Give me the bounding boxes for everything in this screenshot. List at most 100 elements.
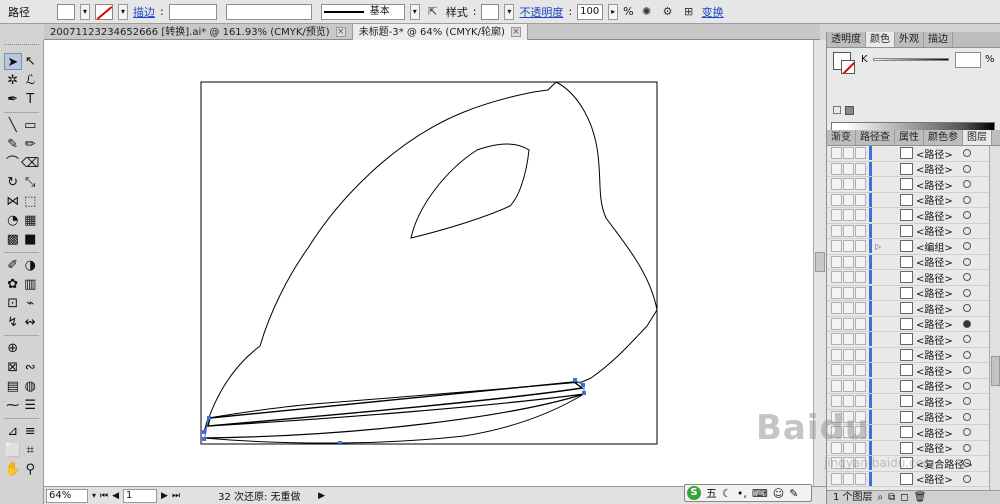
template-toggle[interactable] [855, 317, 866, 330]
canvas-vertical-scrollbar[interactable] [813, 40, 826, 486]
pencil-tool-icon[interactable]: ✏ [22, 136, 40, 153]
gear-icon[interactable]: ⚙ [660, 4, 676, 20]
tab-pathfinder[interactable]: 路径查 [856, 130, 895, 145]
target-icon[interactable] [963, 443, 971, 452]
target-icon[interactable] [963, 211, 971, 220]
visibility-toggle[interactable] [831, 286, 842, 299]
target-icon[interactable] [963, 381, 971, 390]
template-toggle[interactable] [855, 364, 866, 377]
layer-row[interactable]: ▷ <编组> [827, 239, 989, 255]
layer-row[interactable]: <路径> [827, 425, 989, 441]
lasso-tool-icon[interactable]: ℒ [22, 72, 40, 89]
twirl-tool-icon[interactable]: ∾ [22, 359, 40, 376]
punctuation-icon[interactable]: •, [737, 487, 747, 500]
target-icon[interactable] [963, 164, 971, 173]
target-icon[interactable] [963, 428, 971, 437]
visibility-toggle[interactable] [831, 255, 842, 268]
target-icon[interactable] [963, 350, 971, 359]
k-slider[interactable] [873, 58, 949, 61]
tab-attributes[interactable]: 属性 [895, 130, 924, 145]
lock-toggle[interactable] [843, 224, 854, 237]
expand-arrow-icon[interactable]: ▷ [875, 242, 881, 251]
lock-toggle[interactable] [843, 441, 854, 454]
visibility-toggle[interactable] [831, 240, 842, 253]
layer-row[interactable]: <路径> [827, 394, 989, 410]
prev-page-icon[interactable]: ◀ [112, 491, 119, 501]
profile-dropdown[interactable]: ▾ [409, 3, 420, 20]
align-tool-icon[interactable]: ≡ [22, 423, 40, 440]
layer-row[interactable]: <路径> [827, 378, 989, 394]
user-icon[interactable]: ☺ [773, 487, 784, 500]
lock-toggle[interactable] [843, 317, 854, 330]
close-icon[interactable]: × [335, 27, 346, 37]
page-field[interactable]: 1 [123, 488, 158, 503]
lock-toggle[interactable] [843, 178, 854, 191]
lock-toggle[interactable] [843, 240, 854, 253]
template-toggle[interactable] [855, 395, 866, 408]
hand-tool-icon[interactable]: ✋ [4, 461, 22, 478]
opacity-link[interactable]: 不透明度 [519, 4, 563, 20]
layer-row[interactable]: <路径> [827, 409, 989, 425]
direct-selection-tool-icon[interactable]: ↖ [22, 53, 39, 70]
zoom-dropdown[interactable]: ▾ [92, 491, 96, 500]
tab-document-1[interactable]: 20071123234652666 [转换].ai* @ 161.93% (CM… [44, 24, 353, 40]
column-graph-tool-icon[interactable]: ▥ [22, 276, 40, 293]
target-icon[interactable] [963, 257, 971, 266]
target-tool-icon[interactable]: ⊕ [4, 340, 22, 357]
lock-toggle[interactable] [843, 364, 854, 377]
zigzag-tool-icon[interactable]: ⊿ [4, 423, 22, 440]
layer-row[interactable]: <路径> [827, 347, 989, 363]
lock-toggle[interactable] [843, 286, 854, 299]
layer-row[interactable]: <路径> [827, 363, 989, 379]
lock-toggle[interactable] [843, 209, 854, 222]
template-toggle[interactable] [855, 240, 866, 253]
ime-mode-label[interactable]: 五 [706, 485, 717, 501]
tab-gradient[interactable]: 渐变 [827, 130, 856, 145]
artboard-tool-icon[interactable]: ⊡ [4, 295, 22, 312]
rectangle-tool-icon[interactable]: ▭ [22, 117, 40, 134]
template-toggle[interactable] [855, 271, 866, 284]
lock-toggle[interactable] [843, 426, 854, 439]
warp-tool-icon[interactable]: ⊠ [4, 359, 22, 376]
k-value-field[interactable] [955, 52, 981, 68]
selection-tool-icon[interactable]: ➤ [4, 53, 22, 70]
recolor-icon[interactable]: ✺ [639, 4, 655, 20]
tab-color-guide[interactable]: 颜色参 [924, 130, 963, 145]
lock-toggle[interactable] [843, 193, 854, 206]
blob-brush-tool-icon[interactable]: ⌒ [4, 155, 21, 172]
target-icon[interactable] [963, 226, 971, 235]
template-toggle[interactable] [855, 193, 866, 206]
template-toggle[interactable] [855, 333, 866, 346]
style-swatch[interactable] [481, 3, 500, 20]
slice-tool-icon[interactable]: ⌁ [22, 295, 40, 312]
template-toggle[interactable] [855, 209, 866, 222]
fill-swatch[interactable] [57, 3, 75, 20]
lock-toggle[interactable] [843, 302, 854, 315]
visibility-toggle[interactable] [831, 457, 842, 470]
toolbox-grip[interactable] [4, 44, 39, 48]
line-tool-icon[interactable]: ╲ [4, 117, 22, 134]
first-page-icon[interactable]: ⏮ [100, 491, 108, 501]
delete-layer-icon[interactable]: 🗑 [914, 491, 927, 504]
template-toggle[interactable] [855, 472, 866, 485]
list-tool-icon[interactable]: ☰ [22, 397, 40, 414]
template-toggle[interactable] [855, 348, 866, 361]
shape-builder-tool-icon[interactable]: ◔ [4, 212, 22, 229]
lock-toggle[interactable] [843, 162, 854, 175]
opacity-field[interactable]: 100 [577, 3, 604, 20]
flow-tool-icon[interactable]: ⁓ [4, 397, 22, 414]
width-tool-icon[interactable]: ⋈ [4, 193, 22, 210]
perspective-grid-tool-icon[interactable]: ▦ [22, 212, 40, 229]
status-menu-arrow[interactable]: ▶ [318, 491, 325, 501]
stroke-link[interactable]: 描边 [133, 4, 155, 20]
template-toggle[interactable] [855, 162, 866, 175]
ime-logo-icon[interactable]: S [687, 486, 701, 500]
template-toggle[interactable] [855, 426, 866, 439]
target-icon[interactable] [963, 319, 971, 328]
layer-row[interactable]: <路径> [827, 177, 989, 193]
blend-tool-icon[interactable]: ◑ [22, 257, 40, 274]
transform-link[interactable]: 变换 [702, 4, 724, 20]
tab-appearance[interactable]: 外观 [895, 32, 924, 47]
moon-icon[interactable]: ☾ [722, 487, 732, 500]
layer-row[interactable]: <路径> [827, 161, 989, 177]
